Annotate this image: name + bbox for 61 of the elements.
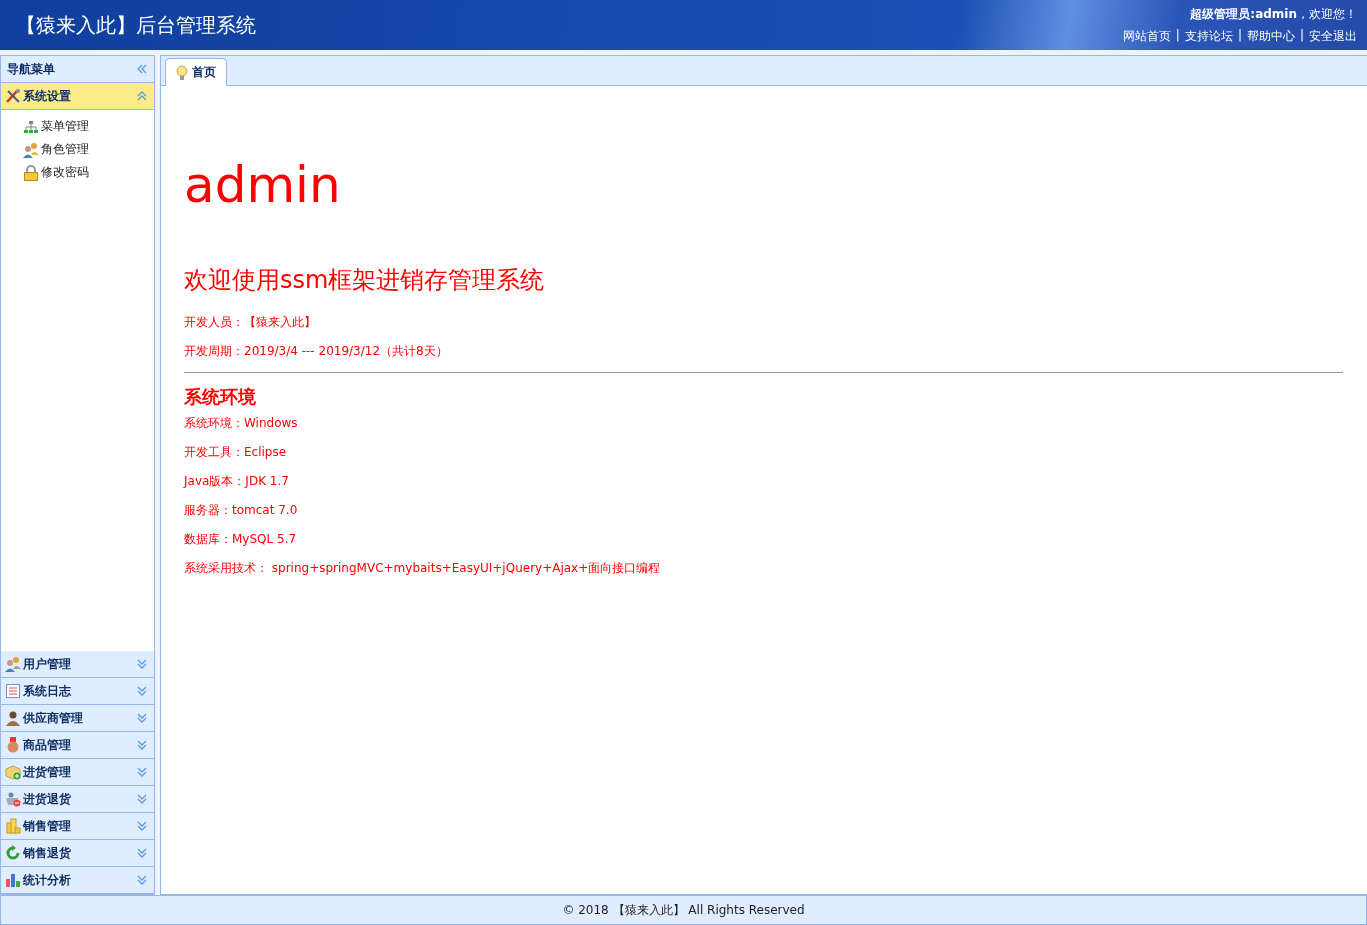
accordion-header[interactable]: 系统设置: [1, 83, 154, 110]
environment-text: 开发工具：Eclipse: [184, 444, 288, 461]
menu-item[interactable]: 修改密码: [41, 164, 89, 181]
panel-title: 导航菜单: [7, 60, 55, 78]
environment-text: 系统采用技术： spring+springMVC+mybaits+EasyUI+jQuery+Ajax+面向接口编程: [184, 560, 662, 577]
medal-icon: [5, 737, 21, 753]
expand-icon[interactable]: [136, 793, 148, 805]
accordion-header[interactable]: 进货管理: [1, 759, 154, 786]
accordion-header[interactable]: 商品管理: [1, 732, 154, 759]
expand-icon[interactable]: [136, 658, 148, 670]
accordion-header[interactable]: 用户管理: [1, 651, 154, 678]
bar-chart-icon: [5, 872, 21, 888]
header-link[interactable]: 网站首页: [1122, 27, 1171, 45]
users-icon: [5, 656, 21, 672]
tools-icon: [5, 88, 21, 104]
copyright-text: © 2018 【猿来入此】 All Rights Reserved: [562, 901, 805, 919]
header-link[interactable]: 安全退出: [1309, 27, 1357, 45]
expand-icon[interactable]: [136, 847, 148, 859]
info-text: 开发人员：【猿来入此】: [184, 314, 317, 331]
info-text: 开发周期：2019/3/4 --- 2019/3/12（共计8天）: [184, 343, 449, 360]
accordion-header[interactable]: 进货退货: [1, 786, 154, 813]
expand-icon[interactable]: [136, 739, 148, 751]
environment-text: Java版本：JDK 1.7: [184, 473, 290, 490]
accordion-header[interactable]: 销售退货: [1, 840, 154, 867]
box-add-icon: [5, 764, 21, 780]
header-link[interactable]: 帮助中心: [1246, 27, 1295, 45]
expand-icon[interactable]: [136, 685, 148, 697]
lightbulb-icon: [176, 64, 188, 81]
person-icon: [5, 710, 21, 726]
collapse-icon[interactable]: [136, 90, 148, 102]
expand-icon[interactable]: [136, 820, 148, 832]
expand-icon[interactable]: [136, 874, 148, 886]
expand-icon[interactable]: [136, 766, 148, 778]
accordion-header[interactable]: 销售管理: [1, 813, 154, 840]
menu-item[interactable]: 菜单管理: [41, 118, 89, 135]
menu-item[interactable]: 角色管理: [41, 141, 89, 158]
accordion-header[interactable]: 统计分析: [1, 867, 154, 894]
expand-icon[interactable]: [136, 712, 148, 724]
header-link[interactable]: 支持论坛: [1184, 27, 1233, 45]
app-title: 【猿来入此】后台管理系统: [16, 11, 256, 39]
section-heading: 系统环境: [184, 385, 257, 409]
users-icon: [23, 141, 39, 158]
accordion-header[interactable]: 系统日志: [1, 678, 154, 705]
lock-icon: [23, 164, 39, 181]
collapse-left-icon[interactable]: [136, 63, 148, 75]
accordion-header[interactable]: 供应商管理: [1, 705, 154, 732]
coins-icon: [5, 818, 21, 834]
environment-text: 服务器：tomcat 7.0: [184, 502, 299, 519]
welcome-text: 超级管理员:admin，欢迎您！: [1190, 5, 1357, 23]
environment-text: 系统环境：Windows: [184, 415, 299, 432]
link-separator: |: [1175, 27, 1180, 44]
link-separator: |: [1299, 27, 1304, 44]
sitemap-icon: [23, 118, 39, 135]
link-separator: |: [1237, 27, 1242, 44]
user-heading: admin: [184, 156, 342, 214]
environment-text: 数据库：MySQL 5.7: [184, 531, 298, 548]
welcome-heading: 欢迎使用ssm框架进销存管理系统: [184, 265, 546, 296]
tab[interactable]: 首页: [165, 58, 227, 86]
log-icon: [5, 683, 21, 699]
refresh-icon: [5, 845, 21, 861]
basket-remove-icon: [5, 791, 21, 807]
